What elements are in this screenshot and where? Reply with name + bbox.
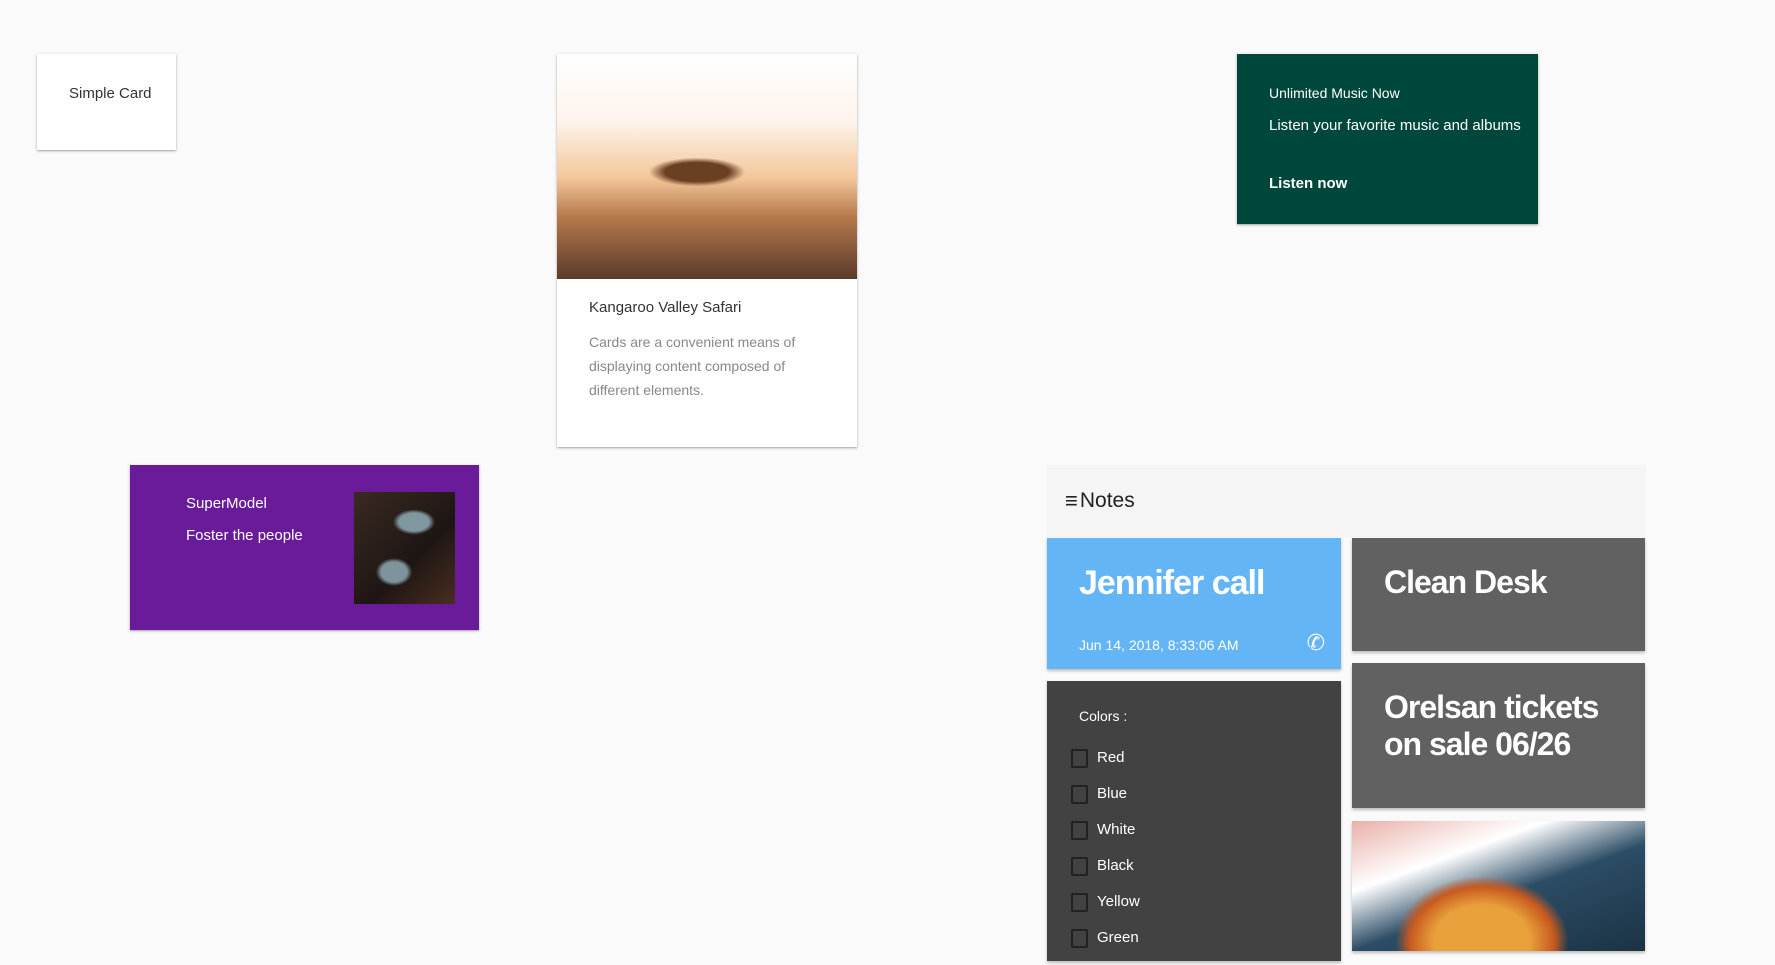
note-orelsan[interactable]: Orelsan tickets on sale 06/26 — [1352, 663, 1645, 808]
checklist-label: Green — [1097, 929, 1139, 946]
note-food-image[interactable] — [1352, 821, 1645, 951]
note-clean-desk[interactable]: Clean Desk — [1352, 538, 1645, 651]
note-colors-checklist: Colors : Red Blue White Black Yellow Gre… — [1047, 681, 1341, 961]
model-card: SuperModel Foster the people — [130, 465, 479, 630]
notes-title: Notes — [1079, 489, 1135, 512]
note-title: Jennifer call — [1079, 564, 1265, 602]
model-image — [354, 492, 455, 604]
checklist-title: Colors : — [1079, 708, 1128, 724]
note-title: Clean Desk — [1384, 564, 1548, 600]
checklist-item-white[interactable]: White — [1071, 821, 1140, 857]
notes-panel: ≡ Notes Jennifer call Jun 14, 2018, 8:33… — [1047, 465, 1646, 961]
music-card-subtitle: Listen your favorite music and albums — [1269, 117, 1521, 134]
kangaroo-card-description: Cards are a convenient means of displayi… — [589, 334, 796, 398]
simple-card: Simple Card — [37, 54, 176, 150]
kangaroo-card: Kangaroo Valley Safari Cards are a conve… — [557, 54, 857, 447]
checkbox[interactable] — [1071, 749, 1088, 768]
music-card-title: Unlimited Music Now — [1269, 85, 1400, 101]
phone-icon[interactable]: ✆ — [1307, 630, 1325, 656]
model-card-subtitle: Foster the people — [186, 527, 303, 544]
note-title: Orelsan tickets on sale 06/26 — [1384, 689, 1599, 762]
checklist-item-black[interactable]: Black — [1071, 857, 1140, 893]
simple-card-label: Simple Card — [69, 85, 152, 102]
checklist-label: Red — [1097, 749, 1125, 766]
kangaroo-card-title: Kangaroo Valley Safari — [589, 299, 742, 316]
note-jennifer-call[interactable]: Jennifer call Jun 14, 2018, 8:33:06 AM ✆ — [1047, 538, 1341, 669]
notes-header: ≡ Notes — [1047, 465, 1646, 537]
kangaroo-image — [557, 54, 857, 279]
checkbox[interactable] — [1071, 929, 1088, 948]
checkbox[interactable] — [1071, 785, 1088, 804]
checklist-label: White — [1097, 821, 1136, 838]
checklist-item-green[interactable]: Green — [1071, 929, 1140, 965]
checkbox[interactable] — [1071, 857, 1088, 876]
listen-now-button[interactable]: Listen now — [1269, 175, 1347, 192]
menu-icon[interactable]: ≡ — [1065, 488, 1078, 514]
checklist-label: Black — [1097, 857, 1134, 874]
checklist-item-yellow[interactable]: Yellow — [1071, 893, 1140, 929]
checkbox[interactable] — [1071, 893, 1088, 912]
checklist-label: Blue — [1097, 785, 1128, 802]
checklist-item-blue[interactable]: Blue — [1071, 785, 1140, 821]
checkbox[interactable] — [1071, 821, 1088, 840]
model-card-title: SuperModel — [186, 495, 267, 512]
checklist-label: Yellow — [1097, 893, 1140, 910]
note-date: Jun 14, 2018, 8:33:06 AM — [1079, 637, 1239, 653]
checklist-item-red[interactable]: Red — [1071, 749, 1140, 785]
music-card: Unlimited Music Now Listen your favorite… — [1237, 54, 1538, 224]
